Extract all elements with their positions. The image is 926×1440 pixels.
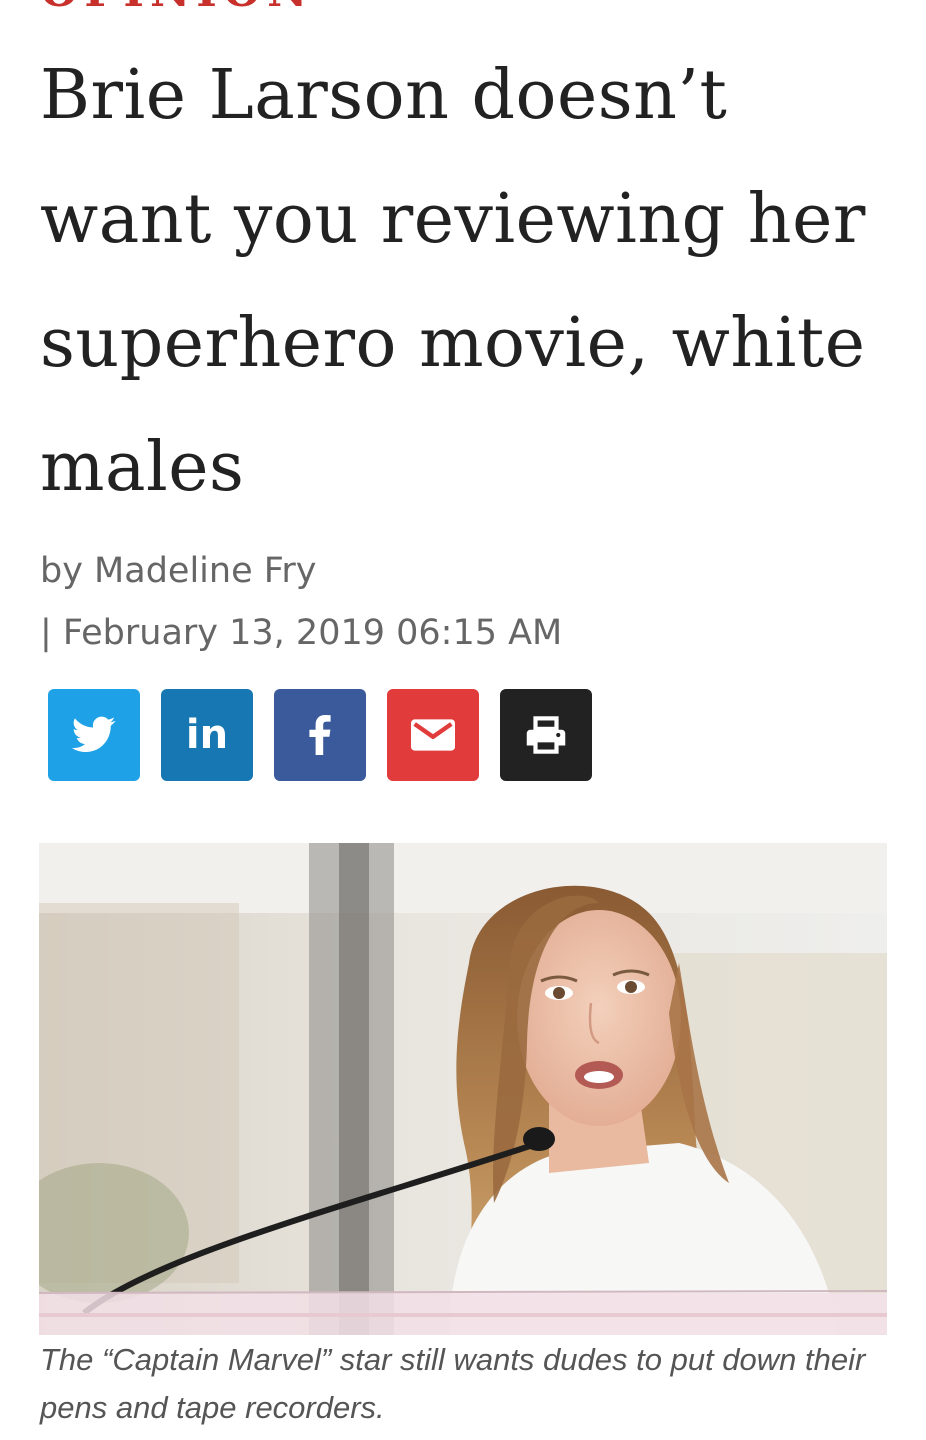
print-icon	[526, 716, 566, 754]
article-photo	[39, 843, 887, 1335]
facebook-icon	[309, 715, 331, 755]
share-twitter-button[interactable]	[48, 689, 140, 781]
share-facebook-button[interactable]	[274, 689, 366, 781]
share-bar: in	[48, 689, 592, 781]
linkedin-icon: in	[185, 712, 229, 758]
twitter-icon	[72, 716, 116, 753]
share-linkedin-button[interactable]: in	[161, 689, 253, 781]
print-button[interactable]	[500, 689, 592, 781]
photo-caption: The “Captain Marvel” star still wants du…	[40, 1342, 866, 1425]
byline[interactable]: by Madeline Fry	[40, 546, 316, 596]
email-icon	[411, 719, 455, 751]
section-label[interactable]: Opinion	[40, 0, 313, 17]
publish-date: | February 13, 2019 06:15 AM	[40, 613, 563, 653]
article-headline: Brie Larson doesn’t want you reviewing h…	[40, 56, 866, 507]
share-email-button[interactable]	[387, 689, 479, 781]
